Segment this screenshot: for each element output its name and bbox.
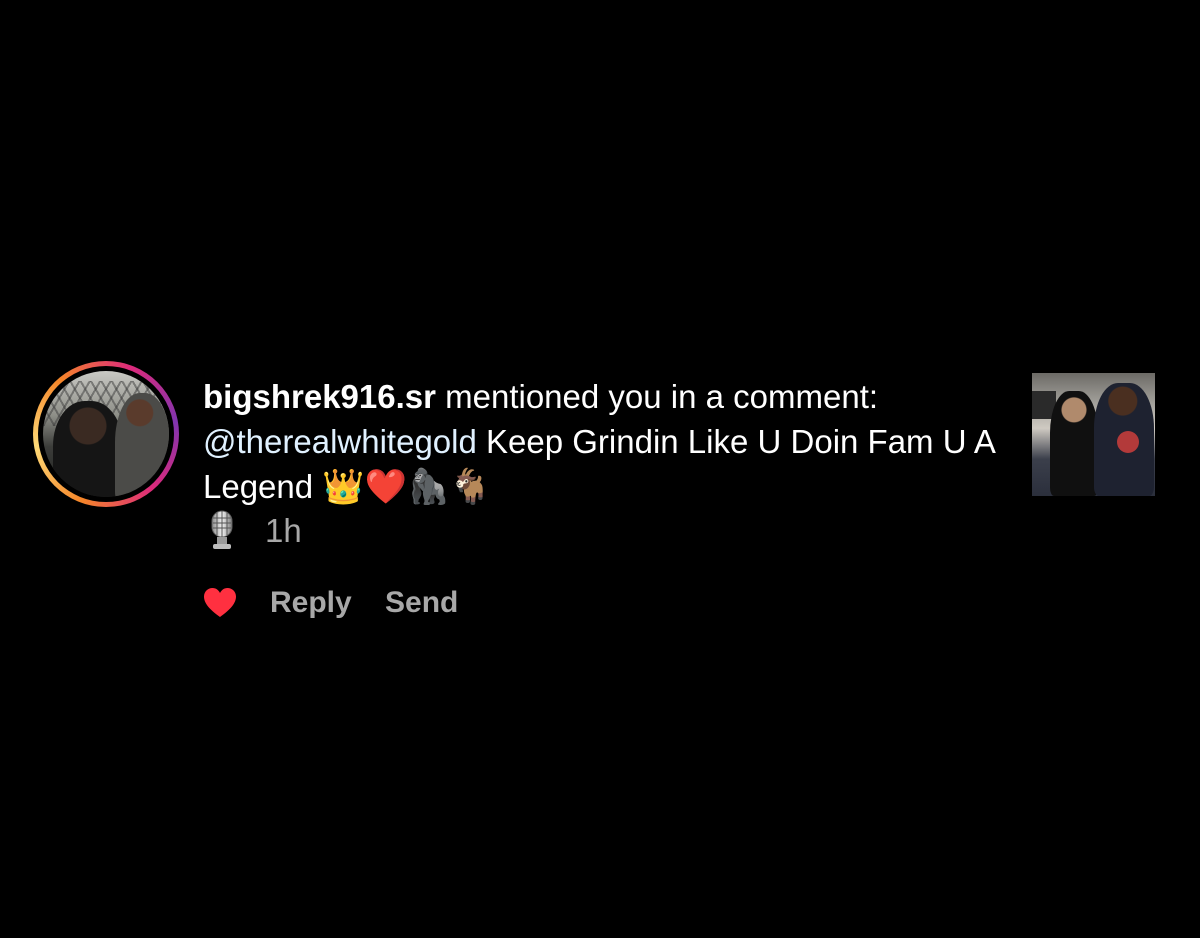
thumbnail-person-left (1050, 391, 1098, 496)
reply-button[interactable]: Reply (270, 584, 352, 622)
timestamp: 1h (265, 512, 302, 549)
avatar-ring-gap (38, 366, 174, 502)
comment-footer-line: 1h (203, 508, 302, 553)
avatar-person-right (115, 393, 169, 497)
comment-emojis: 👑❤️🦍🐐 (322, 468, 492, 506)
heart-icon[interactable] (203, 587, 237, 619)
post-thumbnail[interactable] (1032, 373, 1155, 496)
username-link[interactable]: bigshrek916.sr (203, 378, 436, 415)
avatar-story-ring[interactable] (33, 361, 179, 507)
avatar (43, 371, 169, 497)
send-button[interactable]: Send (385, 584, 458, 622)
microphone-icon (203, 508, 241, 552)
mention-notification[interactable]: bigshrek916.sr mentioned you in a commen… (0, 0, 1200, 938)
mention-link[interactable]: @therealwhitegold (203, 423, 477, 460)
avatar-person-left (53, 401, 123, 497)
notification-message: bigshrek916.sr mentioned you in a commen… (203, 374, 1003, 510)
thumbnail-shirt-logo (1117, 431, 1139, 453)
action-text: mentioned you in a comment: (435, 378, 879, 415)
